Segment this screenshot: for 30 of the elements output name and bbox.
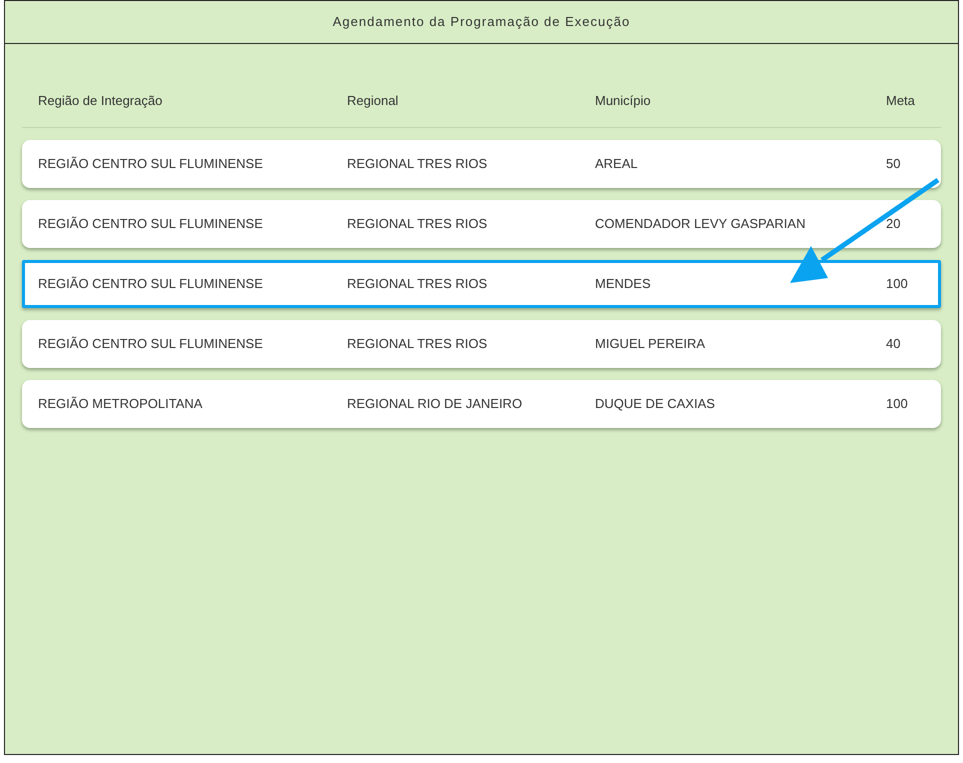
table-cell-text: DUQUE DE CAXIAS [595,395,716,414]
table-cell-text: 40 [886,335,902,354]
column-header: Região de Integração [38,92,164,110]
table-cell-text: REGIONAL RIO DE JANEIRO [347,395,524,414]
table-cell-text: REGIONAL TRES RIOS [347,215,488,234]
table-cell-text: MENDES [595,275,652,294]
table-cell-text: REGIÃO CENTRO SUL FLUMINENSE [38,215,264,234]
table-row[interactable]: REGIÃO CENTRO SUL FLUMINENSE REGIONAL TRES RIOS COMENDADOR LEVY GASPARIAN 20 [22,200,941,248]
table-cell-text: MIGUEL PEREIRA [595,335,706,354]
table-cell-text: 100 [886,395,909,414]
table-cell-text: 100 [886,275,909,294]
table-cell-text: AREAL [595,155,639,174]
table-cell-text: REGIONAL TRES RIOS [347,275,488,294]
table-cell-text: REGIÃO CENTRO SUL FLUMINENSE [38,335,264,354]
table-cell-text: COMENDADOR LEVY GASPARIAN [595,215,806,234]
column-header: Regional [347,92,400,110]
dialog-title: Agendamento da Programação de Execução [332,13,630,32]
table-row[interactable]: REGIÃO CENTRO SUL FLUMINENSE REGIONAL TRES RIOS MIGUEL PEREIRA 40 [22,320,941,368]
table-cell-text: REGIONAL TRES RIOS [347,335,488,354]
table-row[interactable]: REGIÃO METROPOLITANA REGIONAL RIO DE JANEIRO DUQUE DE CAXIAS 100 [22,380,941,428]
table-cell-text: REGIÃO CENTRO SUL FLUMINENSE [38,275,264,294]
table-cell-text: 20 [886,215,902,234]
table-cell-text: REGIÃO METROPOLITANA [38,395,204,414]
table-cell-text: REGIÃO CENTRO SUL FLUMINENSE [38,155,264,174]
column-header: Município [595,92,652,110]
table-cell-text: 50 [886,155,902,174]
table-row[interactable]: REGIÃO CENTRO SUL FLUMINENSE REGIONAL TRES RIOS MENDES 100 [22,260,941,308]
column-header: Meta [886,92,916,110]
table-cell-text: REGIONAL TRES RIOS [347,155,488,174]
table-row[interactable]: REGIÃO CENTRO SUL FLUMINENSE REGIONAL TRES RIOS AREAL 50 [22,140,941,188]
